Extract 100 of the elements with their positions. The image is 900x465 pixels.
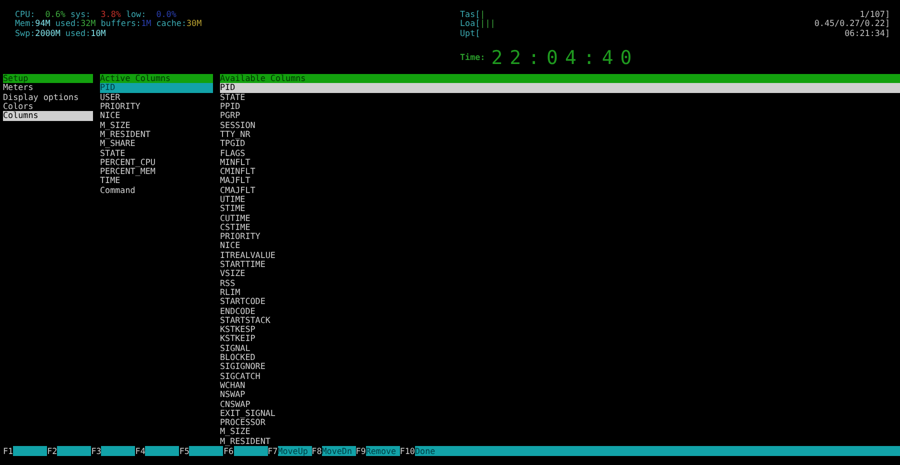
function-key: F7 [268, 446, 278, 456]
list-item[interactable]: FLAGS [220, 148, 900, 158]
meter-text: 32M [80, 18, 96, 28]
list-item[interactable]: PRIORITY [100, 102, 213, 112]
list-item[interactable]: SIGNAL [220, 344, 900, 354]
meter-text: 10M [90, 28, 106, 38]
meter-text: CPU: [15, 9, 36, 19]
list-item[interactable]: STATE [220, 92, 900, 102]
meter-text: buffers: [100, 18, 142, 28]
meter-text: 1M [141, 18, 152, 28]
list-item[interactable]: PID [100, 83, 213, 93]
meter-text: Mem: [15, 18, 36, 28]
list-item[interactable]: Colors [3, 102, 93, 112]
function-key: F6 [223, 446, 234, 456]
list-item[interactable]: ENDCODE [220, 306, 900, 316]
clock-digits: 22:04:40 [491, 48, 639, 68]
list-item[interactable]: KSTKESP [220, 325, 900, 334]
list-item[interactable]: M_SHARE [100, 139, 213, 148]
list-item[interactable]: NICE [220, 241, 900, 251]
meter-value: 0.45/0.27/0.22] [814, 19, 890, 29]
list-item[interactable]: Command [100, 186, 213, 195]
list-item[interactable]: STATE [100, 148, 213, 158]
list-item[interactable]: BLOCKED [220, 353, 900, 362]
list-item[interactable]: CUTIME [220, 214, 900, 223]
function-button[interactable] [145, 446, 180, 456]
list-item[interactable]: CMINFLT [220, 167, 900, 176]
meter-text: Swp: [15, 28, 36, 38]
list-item[interactable]: TTY_NR [220, 130, 900, 140]
list-item[interactable]: PGRP [220, 111, 900, 121]
list-item[interactable]: M_SIZE [220, 427, 900, 437]
meter-text: 30M [186, 18, 202, 28]
list-item[interactable]: RSS [220, 278, 900, 288]
list-item[interactable]: ITREALVALUE [220, 250, 900, 260]
list-item[interactable]: KSTKEIP [220, 334, 900, 344]
meter-text: 0.6% [44, 9, 66, 19]
list-item[interactable]: PPID [220, 102, 900, 112]
list-item[interactable]: PROCESSOR [220, 418, 900, 428]
list-item[interactable]: PRIORITY [220, 232, 900, 242]
list-item[interactable]: STARTTIME [220, 260, 900, 270]
function-key: F9 [356, 446, 366, 456]
list-item[interactable]: NICE [100, 111, 213, 121]
meter-text: cache: [155, 18, 186, 28]
list-item[interactable]: CNSWAP [220, 400, 900, 409]
function-key: F2 [47, 446, 58, 456]
list-item[interactable]: RLIM [220, 288, 900, 298]
list-item[interactable]: PERCENT_CPU [100, 158, 213, 168]
list-item[interactable]: TIME [100, 176, 213, 186]
panel-header: Available Columns [220, 74, 900, 84]
list-item[interactable]: MINFLT [220, 158, 900, 168]
list-item[interactable]: M_RESIDENT [220, 436, 900, 446]
meter-label: Upt[ [460, 28, 480, 38]
function-button[interactable] [101, 446, 136, 456]
panel-header: Active Columns [100, 74, 213, 84]
list-item[interactable]: MAJFLT [220, 176, 900, 186]
list-item[interactable]: SIGIGNORE [220, 362, 900, 372]
function-button[interactable]: MoveUp [278, 446, 312, 456]
meter-text: sys: [70, 9, 91, 19]
function-button[interactable]: Remove [366, 446, 400, 456]
list-item[interactable]: UTIME [220, 194, 900, 204]
list-item[interactable]: PID [220, 83, 900, 93]
list-item[interactable]: Columns [3, 111, 93, 121]
function-key: F10 [400, 446, 415, 456]
function-button[interactable] [234, 446, 268, 456]
meter-text: low: [124, 9, 146, 19]
list-item[interactable]: Meters [3, 83, 93, 93]
list-item[interactable]: NSWAP [220, 390, 900, 400]
list-item[interactable]: SESSION [220, 120, 900, 130]
function-button[interactable]: MoveDn [322, 446, 356, 456]
meter-label: Loa[ [460, 19, 480, 29]
list-item[interactable]: USER [100, 92, 213, 102]
list-item[interactable]: TPGID [220, 139, 900, 148]
list-item[interactable]: WCHAN [220, 380, 900, 390]
list-item[interactable]: STARTCODE [220, 297, 900, 307]
function-button[interactable] [13, 446, 48, 456]
list-item[interactable]: M_RESIDENT [100, 130, 213, 140]
list-item[interactable]: EXIT_SIGNAL [220, 408, 900, 418]
function-key: F5 [179, 446, 190, 456]
meter-text: 2000M [35, 28, 60, 38]
list-item[interactable]: PERCENT_MEM [100, 167, 213, 176]
panel-header: Setup [3, 74, 93, 84]
list-item[interactable]: SIGCATCH [220, 372, 900, 381]
function-key: F1 [3, 446, 14, 456]
meter-value: 1/107] [860, 10, 890, 20]
list-item[interactable]: STARTSTACK [220, 316, 900, 326]
meter-text: used: [54, 18, 81, 28]
meter-text: used: [64, 28, 91, 38]
function-button[interactable] [189, 446, 224, 456]
meter-text: 94M [35, 18, 50, 28]
list-item[interactable]: STIME [220, 204, 900, 214]
list-item[interactable]: Display options [3, 92, 93, 102]
meter-bar-label: | [480, 10, 486, 20]
meter-label: Tas[ [460, 10, 480, 20]
list-item[interactable]: VSIZE [220, 269, 900, 279]
list-item[interactable]: CSTIME [220, 222, 900, 232]
list-item[interactable]: CMAJFLT [220, 186, 900, 195]
function-key: F8 [312, 446, 322, 456]
function-button[interactable] [57, 446, 92, 456]
list-item[interactable]: M_SIZE [100, 120, 213, 130]
function-button[interactable]: Done [414, 446, 900, 456]
function-key: F3 [91, 446, 102, 456]
